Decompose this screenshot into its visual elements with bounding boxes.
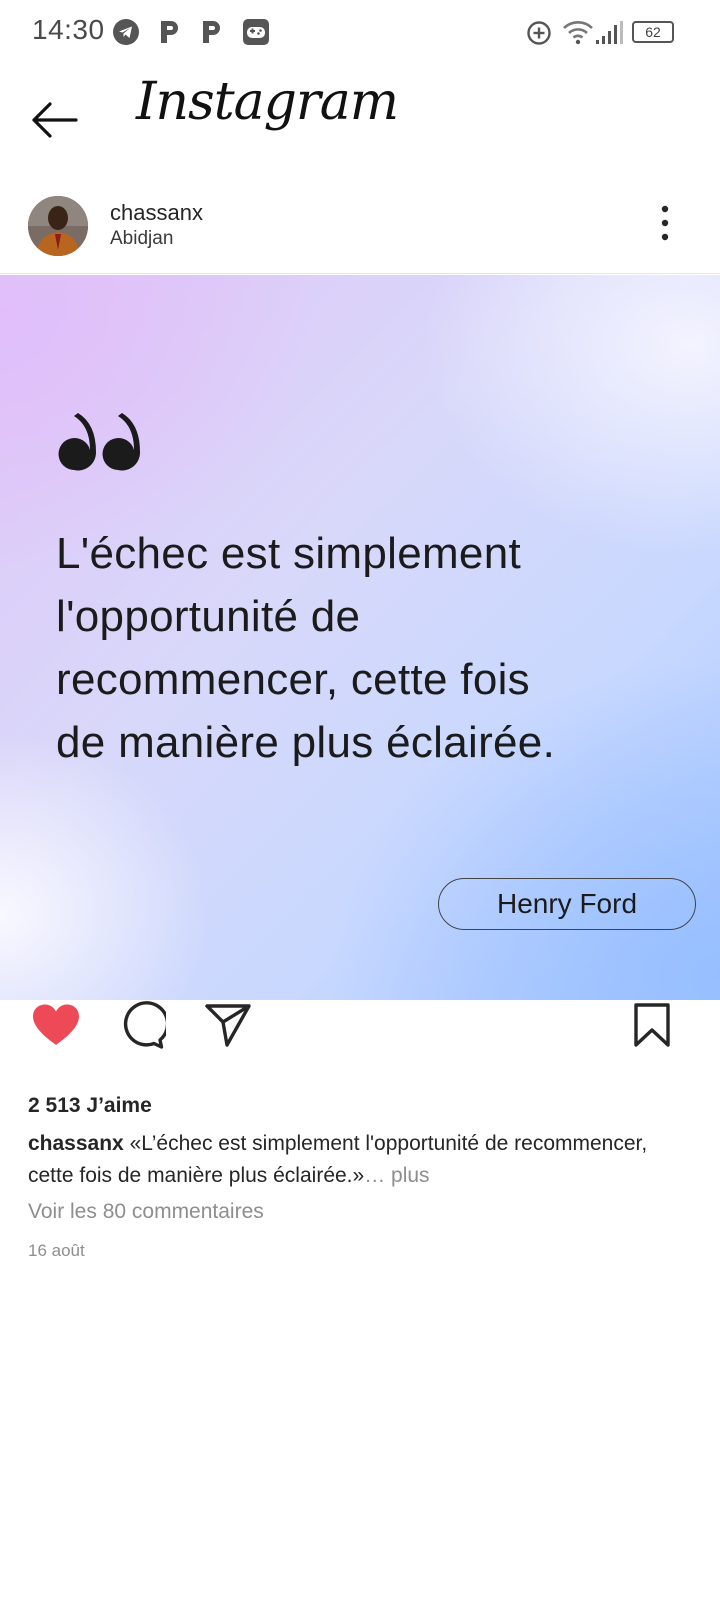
view-comments-link[interactable]: Voir les 80 commentaires	[28, 1200, 264, 1224]
quote-line: de manière plus éclairée.	[56, 718, 556, 767]
p-app-icon	[203, 21, 220, 43]
post-caption: chassanx «L’échec est simplement l'oppor…	[28, 1128, 688, 1192]
post-date: 16 août	[28, 1241, 85, 1260]
post-location[interactable]: Abidjan	[110, 228, 173, 250]
status-time: 14:30	[32, 14, 105, 45]
avatar[interactable]	[28, 196, 88, 256]
caption-more-link[interactable]: … plus	[364, 1164, 429, 1187]
like-button[interactable]	[28, 1000, 84, 1050]
quote-author-pill: Henry Ford	[438, 878, 696, 930]
game-controller-icon	[243, 19, 269, 45]
arrow-left-icon	[32, 102, 78, 138]
status-bar: 14:30 62	[0, 0, 720, 64]
back-button[interactable]	[24, 90, 84, 150]
wifi-icon	[563, 21, 593, 45]
post-actions	[0, 1000, 720, 1090]
quote-mark-icon	[58, 413, 140, 471]
quote-text: L'échec est simplement l'opportunité de …	[56, 522, 676, 774]
battery-icon: 62	[632, 21, 674, 43]
p-app-icon	[161, 21, 178, 43]
battery-level: 62	[645, 24, 661, 40]
post-username[interactable]: chassanx	[110, 200, 203, 226]
app-title-logo: Instagram	[136, 72, 399, 132]
send-icon	[205, 1004, 251, 1047]
quote-line: L'échec est simplement	[56, 529, 521, 578]
comment-button[interactable]	[116, 1000, 168, 1050]
heart-filled-icon	[33, 1004, 79, 1045]
save-button[interactable]	[628, 1000, 676, 1050]
more-options-button[interactable]	[650, 198, 680, 248]
comment-icon	[123, 1001, 166, 1049]
quote-line: recommencer, cette fois	[56, 655, 530, 704]
post-header: chassanx Abidjan	[0, 176, 720, 274]
caption-username[interactable]: chassanx	[28, 1132, 124, 1155]
telegram-icon	[113, 19, 139, 45]
share-button[interactable]	[202, 1000, 254, 1050]
quote-author: Henry Ford	[496, 888, 638, 919]
quote-line: l'opportunité de	[56, 592, 361, 641]
more-vertical-icon	[661, 205, 669, 241]
signal-icon	[596, 21, 623, 44]
app-bar: Instagram	[0, 64, 720, 176]
likes-count[interactable]: 2 513 J’aime	[28, 1094, 152, 1118]
avatar-photo	[28, 196, 88, 256]
bookmark-icon	[634, 1003, 670, 1047]
data-saver-icon	[527, 21, 551, 45]
